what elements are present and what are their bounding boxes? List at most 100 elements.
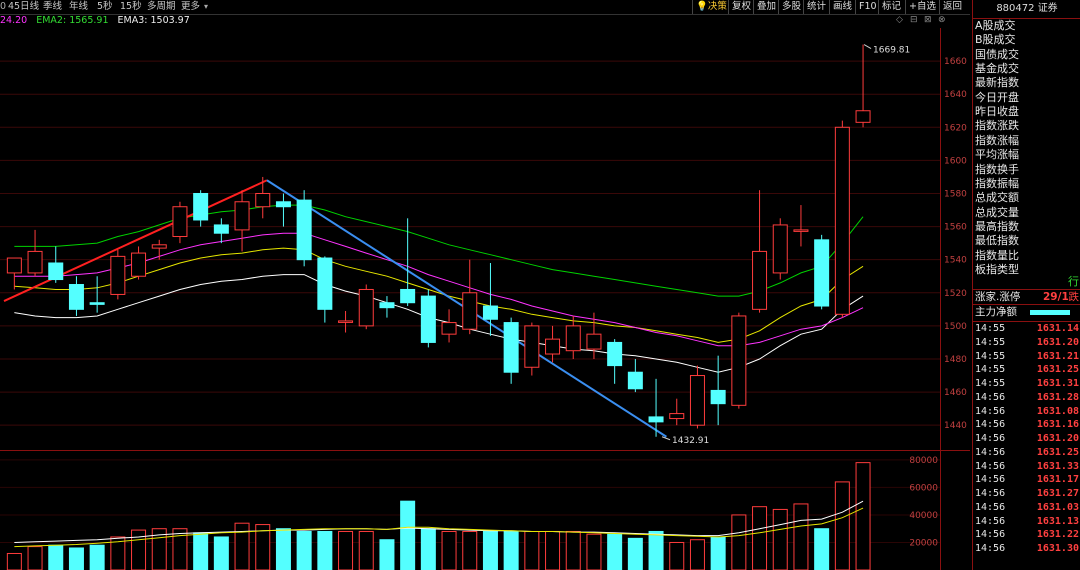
tick-price: 1631.08 [1036,405,1079,417]
field-15[interactable]: 最低指数 [975,234,1079,249]
candle-body [524,325,540,368]
field-12[interactable]: 总成交额 [975,191,1079,206]
candle-body [89,302,105,305]
tick-time: 14:56 [975,419,1006,431]
candle [834,120,850,318]
candle-body [752,250,768,310]
right-info-panel: 880472 证券 A股成交 B股成交 国债成交 基金成交 最新指数 今日开盘 昨日收盘 指数… [972,0,1080,570]
candle [296,190,312,267]
candle [669,398,685,426]
volume-bar [358,530,374,570]
restore-icon[interactable]: ⊠ [924,15,932,25]
field-11[interactable]: 指数振幅 [975,177,1079,192]
price-tick-label: 1600 [944,156,967,166]
candle [48,246,64,283]
candle-body [855,110,871,123]
ma-line-4 [14,204,864,297]
period-tab-45day[interactable]: 45日线 [8,0,39,14]
tick-time: 14:56 [975,488,1006,499]
stats-button[interactable]: 统计 [803,0,829,14]
volume-bar [296,530,312,570]
period-tab-prev[interactable]: 0 [0,0,6,14]
diamond-icon[interactable]: ◇ [896,15,903,25]
tick-row: 14:56 1631.22 [975,528,1079,542]
field-3[interactable]: 基金成交 [975,62,1079,77]
volume-bar [772,508,788,570]
candle [110,249,126,300]
mark-button[interactable]: 标记 [878,0,905,14]
candle-body [317,257,333,310]
candle [565,315,581,359]
tick-price: 1631.16 [1036,419,1079,431]
period-tab-multi[interactable]: 多周期 [147,0,176,14]
field-10[interactable]: 指数换手 [975,163,1079,178]
period-tab-more[interactable]: 更多 [181,0,200,14]
more-dropdown-icon[interactable]: ▾ [204,0,208,14]
candle-body [607,341,623,367]
volume-bar [275,528,291,570]
field-0[interactable]: A股成交 [975,19,1079,34]
candle [317,256,333,323]
add-watchlist-button[interactable]: +自选 [905,0,939,14]
candle-body [27,250,43,274]
candlestick-chart[interactable]: 1660 1640 1620 1600 1580 1560 1540 1520 1500 1480… [0,28,970,570]
candle-body [834,126,850,315]
volume-bar [482,530,498,570]
back-button[interactable]: 返回 [939,0,970,14]
candle [193,190,209,227]
field-4[interactable]: 最新指数 [975,76,1079,91]
candle-body [648,416,664,423]
period-tab-year[interactable]: 年线 [69,0,88,14]
field-1[interactable]: B股成交 [975,33,1079,48]
adjust-button[interactable]: 复权 [728,0,753,14]
field-7[interactable]: 指数涨跌 [975,119,1079,134]
period-tab-5sec[interactable]: 5秒 [97,0,113,14]
field-5[interactable]: 今日开盘 [975,91,1079,106]
minimize-icon[interactable]: ⊟ [910,15,918,25]
decision-button[interactable]: 💡决策 [692,0,728,14]
volume-bar [627,537,643,570]
field-6[interactable]: 昨日收盘 [975,105,1079,120]
tick-row: 14:55 1631.31 [975,377,1079,391]
volume-tick-label: 60000 [909,483,938,493]
candle [275,193,291,227]
field-9[interactable]: 平均涨幅 [975,148,1079,163]
close-icon[interactable]: ⊗ [938,15,946,25]
price-tick-label: 1620 [944,123,967,133]
stock-header: 880472 证券 [973,0,1080,19]
tick-row: 14:56 1631.20 [975,432,1079,446]
candle [338,310,354,333]
volume-bar [731,514,747,570]
period-toolbar: 0 45日线 季线 年线 5秒 15秒 多周期 更多 ▾ 💡决策 复权 叠加 多… [0,0,970,15]
field-14[interactable]: 最高指数 [975,220,1079,235]
field-16[interactable]: 指数量比 [975,249,1079,264]
tick-time: 14:56 [975,446,1006,458]
field-13[interactable]: 总成交量 [975,206,1079,221]
volume-bar [669,541,685,570]
period-tab-quarter[interactable]: 季线 [43,0,62,14]
volume-bar [689,539,705,570]
tick-time: 14:56 [975,501,1006,513]
price-tick-label: 1660 [944,57,967,67]
field-2[interactable]: 国债成交 [975,48,1079,63]
field-8[interactable]: 指数涨幅 [975,134,1079,149]
candle [752,190,768,313]
overlay-button[interactable]: 叠加 [753,0,778,14]
candle-body [731,315,747,406]
trend-lines [3,179,667,438]
candle [358,284,374,330]
multi-stock-button[interactable]: 多股 [778,0,803,14]
candle-body [503,322,519,373]
period-tab-15sec[interactable]: 15秒 [120,0,142,14]
tick-time: 14:56 [975,515,1006,527]
tick-time: 14:56 [975,474,1006,486]
price-tick-label: 1520 [944,289,967,299]
stock-name: 证券 [1037,3,1058,14]
price-tick-label: 1460 [944,388,967,398]
f10-button[interactable]: F10 [855,0,878,14]
volume-bar [400,500,416,570]
volume-bar [213,536,229,570]
draw-line-button[interactable]: 画线 [829,0,855,14]
volume-bar [193,532,209,570]
tick-time: 14:55 [975,378,1006,389]
